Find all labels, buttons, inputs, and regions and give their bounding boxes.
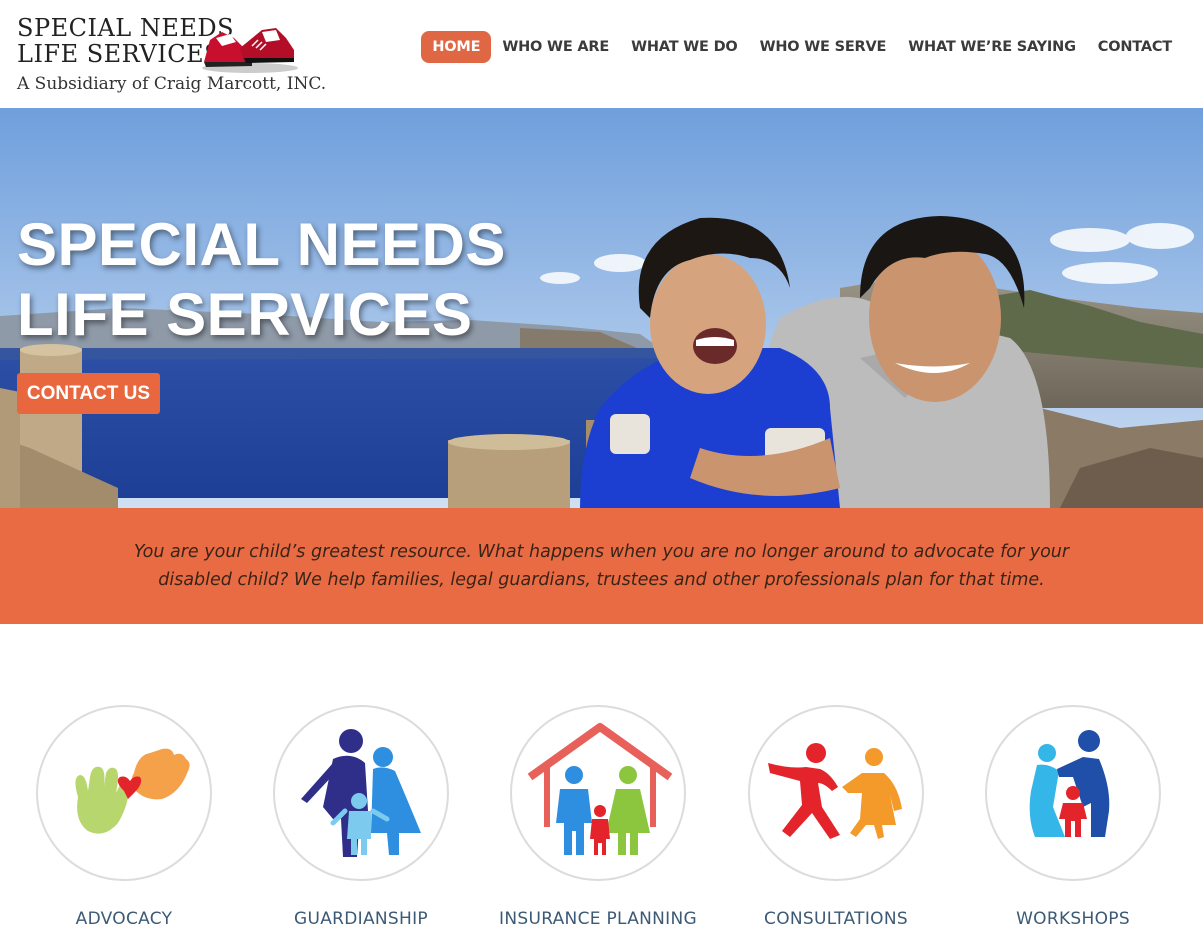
hero-title-line-1: SPECIAL NEEDS xyxy=(17,211,506,278)
nav-what-were-saying[interactable]: WHAT WE’RE SAYING xyxy=(897,31,1087,63)
logo-tagline: A Subsidiary of Craig Marcott, INC. xyxy=(17,74,327,94)
contact-us-button[interactable]: CONTACT US xyxy=(17,373,160,414)
family-icon xyxy=(301,729,421,857)
main-nav: HOME WHO WE ARE WHAT WE DO WHO WE SERVE … xyxy=(421,31,1183,63)
workshops-circle[interactable] xyxy=(985,705,1161,881)
insurance-planning-label[interactable]: INSURANCE PLANNING xyxy=(470,909,726,929)
workshops-label[interactable]: WORKSHOPS xyxy=(945,909,1201,929)
hero-banner: SPECIAL NEEDS LIFE SERVICES CONTACT US xyxy=(0,108,1203,508)
insurance-planning-circle[interactable] xyxy=(510,705,686,881)
nav-who-we-are[interactable]: WHO WE ARE xyxy=(491,31,620,63)
nav-what-we-do[interactable]: WHAT WE DO xyxy=(620,31,748,63)
intro-line-2: disabled child? We help families, legal … xyxy=(158,570,1045,590)
house-family-icon xyxy=(527,723,673,855)
logo-line-2: LIFE SERVICES xyxy=(17,40,222,68)
advocacy-label[interactable]: ADVOCACY xyxy=(0,909,252,929)
nav-contact[interactable]: CONTACT xyxy=(1087,31,1183,63)
intro-band: You are your child’s greatest resource. … xyxy=(0,508,1203,624)
sneakers-icon xyxy=(202,28,298,73)
guardianship-circle[interactable] xyxy=(273,705,449,881)
hero-title: SPECIAL NEEDS LIFE SERVICES xyxy=(17,210,506,350)
intro-text: You are your child’s greatest resource. … xyxy=(100,538,1103,594)
hero-title-line-2: LIFE SERVICES xyxy=(17,281,473,348)
consultations-circle[interactable] xyxy=(748,705,924,881)
parents-child-icon xyxy=(1029,730,1110,837)
intro-line-1: You are your child’s greatest resource. … xyxy=(133,542,1070,562)
hands-heart-icon xyxy=(75,748,190,834)
consultations-label[interactable]: CONSULTATIONS xyxy=(708,909,964,929)
guardianship-label[interactable]: GUARDIANSHIP xyxy=(233,909,489,929)
advocacy-circle[interactable] xyxy=(36,705,212,881)
nav-who-we-serve[interactable]: WHO WE SERVE xyxy=(749,31,898,63)
people-reaching-icon xyxy=(768,743,902,839)
site-header: SPECIAL NEEDS LIFE SERVICES A Subsidiary… xyxy=(0,0,1203,108)
site-logo[interactable]: SPECIAL NEEDS LIFE SERVICES A Subsidiary… xyxy=(14,10,326,102)
nav-home[interactable]: HOME xyxy=(421,31,492,63)
